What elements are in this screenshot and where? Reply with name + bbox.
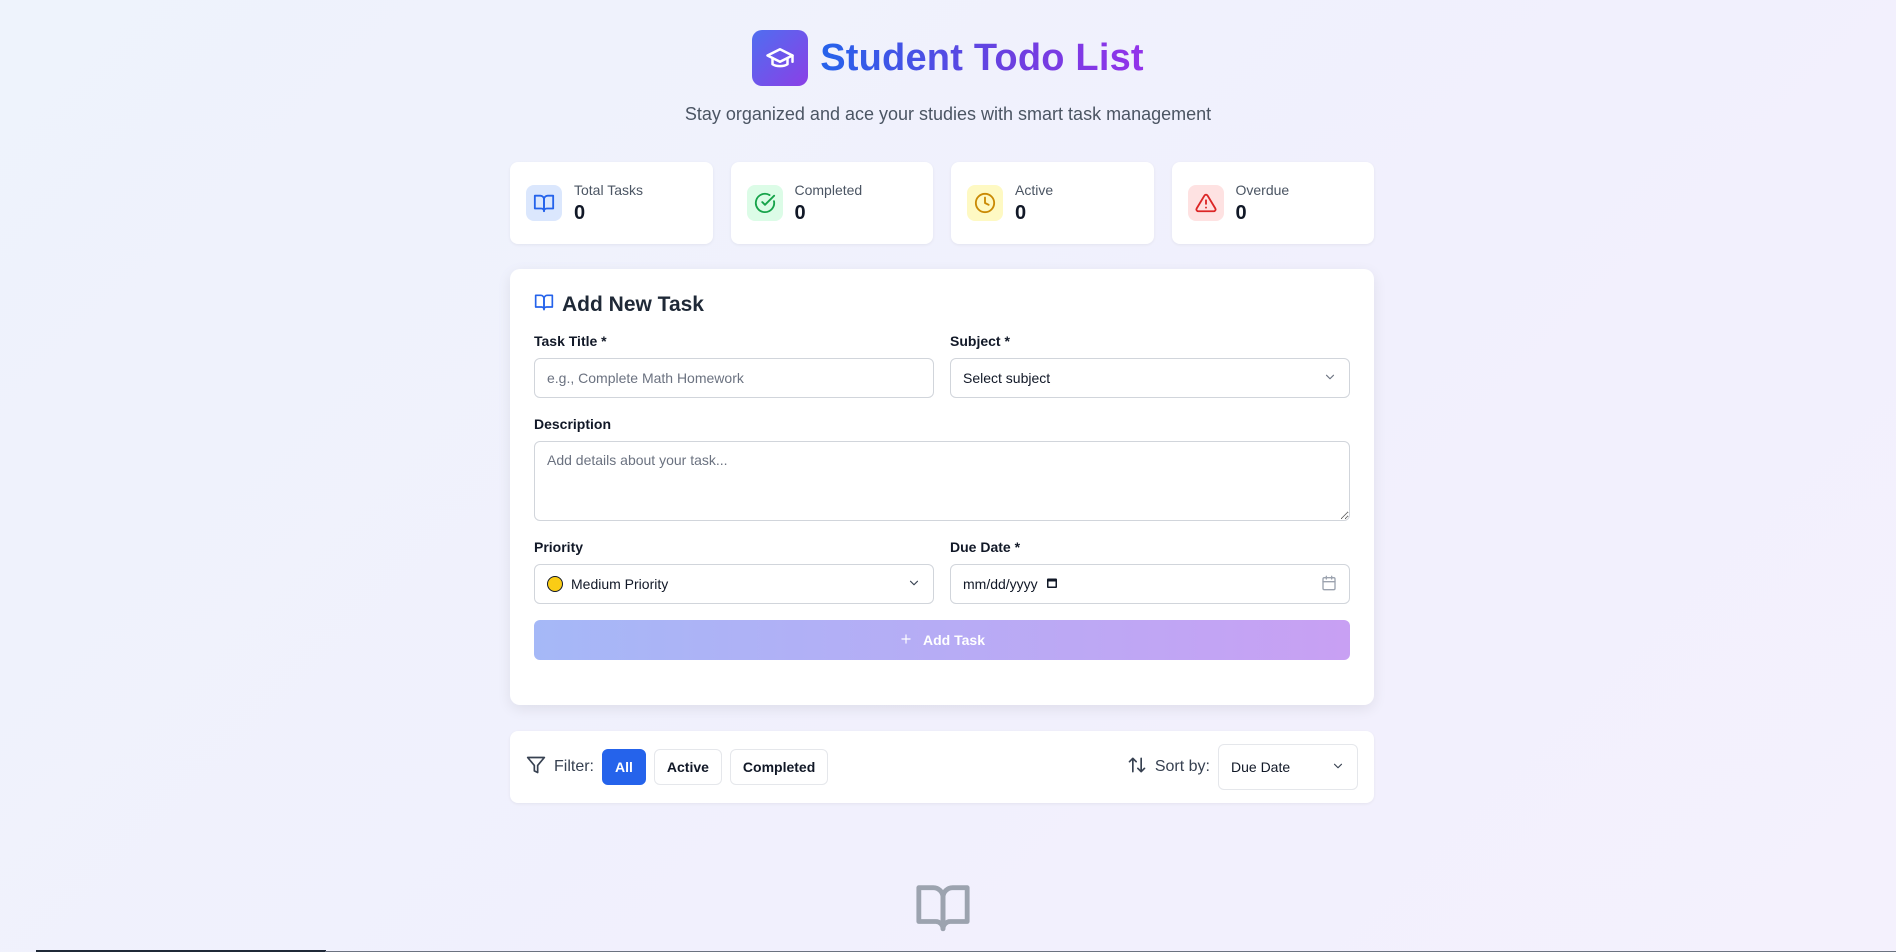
stat-label: Completed [794,181,863,198]
filter-bar: Filter: All Active Completed Sort by: Du… [510,731,1374,803]
calendar-icon [1321,575,1337,594]
priority-select-value: Medium Priority [571,576,669,592]
filter-icon [526,755,546,780]
form-title-text: Add New Task [562,293,704,316]
stat-value: 0 [1235,201,1247,224]
alert-triangle-icon [1187,185,1224,221]
stat-value: 0 [794,201,806,224]
sort-select[interactable]: Due Date [1218,744,1358,790]
stats-row: Total Tasks 0 Completed 0 Active 0 Overd… [510,162,1374,244]
stat-card-active: Active 0 [951,162,1154,244]
add-task-form: Add New Task Task Title * Subject * Sele… [510,269,1374,705]
graduation-cap-icon [752,30,809,86]
form-title: Add New Task [534,291,1350,319]
filter-all-button[interactable]: All [602,749,646,785]
app-header: Student Todo List Stay organized and ace… [0,30,1896,125]
filter-label: Filter: [554,758,594,775]
add-task-button-label: Add Task [923,632,985,648]
calendar-picker-icon[interactable] [1046,576,1058,592]
subject-label: Subject * [950,333,1010,349]
clock-icon [967,185,1003,221]
chevron-down-icon [1331,759,1345,776]
chevron-down-icon [907,576,921,593]
sort-select-value: Due Date [1231,759,1291,775]
check-circle-icon [746,185,783,221]
due-date-input[interactable]: mm/dd/yyyy [950,564,1350,604]
priority-label: Priority [534,539,584,555]
page-subtitle: Stay organized and ace your studies with… [684,104,1212,124]
priority-select[interactable]: Medium Priority [534,564,934,604]
sort-label: Sort by: [1154,758,1210,775]
book-open-icon [534,292,554,318]
stat-label: Overdue [1235,181,1290,198]
stat-card-completed: Completed 0 [730,162,933,244]
description-label: Description [534,416,612,432]
stat-value: 0 [574,201,586,224]
task-title-label: Task Title * [534,333,607,349]
book-open-icon [526,185,562,221]
stat-label: Total Tasks [574,181,643,198]
filter-active-button[interactable]: Active [653,749,722,785]
sort-icon [1127,755,1147,780]
subject-select[interactable]: Select subject [950,358,1350,398]
stat-value: 0 [1015,201,1027,224]
task-title-input[interactable] [534,358,934,398]
chevron-down-icon [1323,370,1337,387]
stat-card-total: Total Tasks 0 [510,162,713,244]
page-title: Student Todo List [820,36,1144,79]
stat-label: Active [1015,181,1054,198]
subject-select-value: Select subject [963,370,1051,386]
due-date-label: Due Date * [950,539,1021,555]
add-task-button[interactable]: Add Task [534,620,1350,660]
plus-icon [899,632,913,649]
stat-card-overdue: Overdue 0 [1171,162,1374,244]
due-date-value: mm/dd/yyyy [963,576,1038,592]
description-textarea[interactable] [534,441,1350,521]
filter-completed-button[interactable]: Completed [729,749,829,785]
priority-medium-icon [547,576,563,592]
book-open-icon [912,878,974,941]
